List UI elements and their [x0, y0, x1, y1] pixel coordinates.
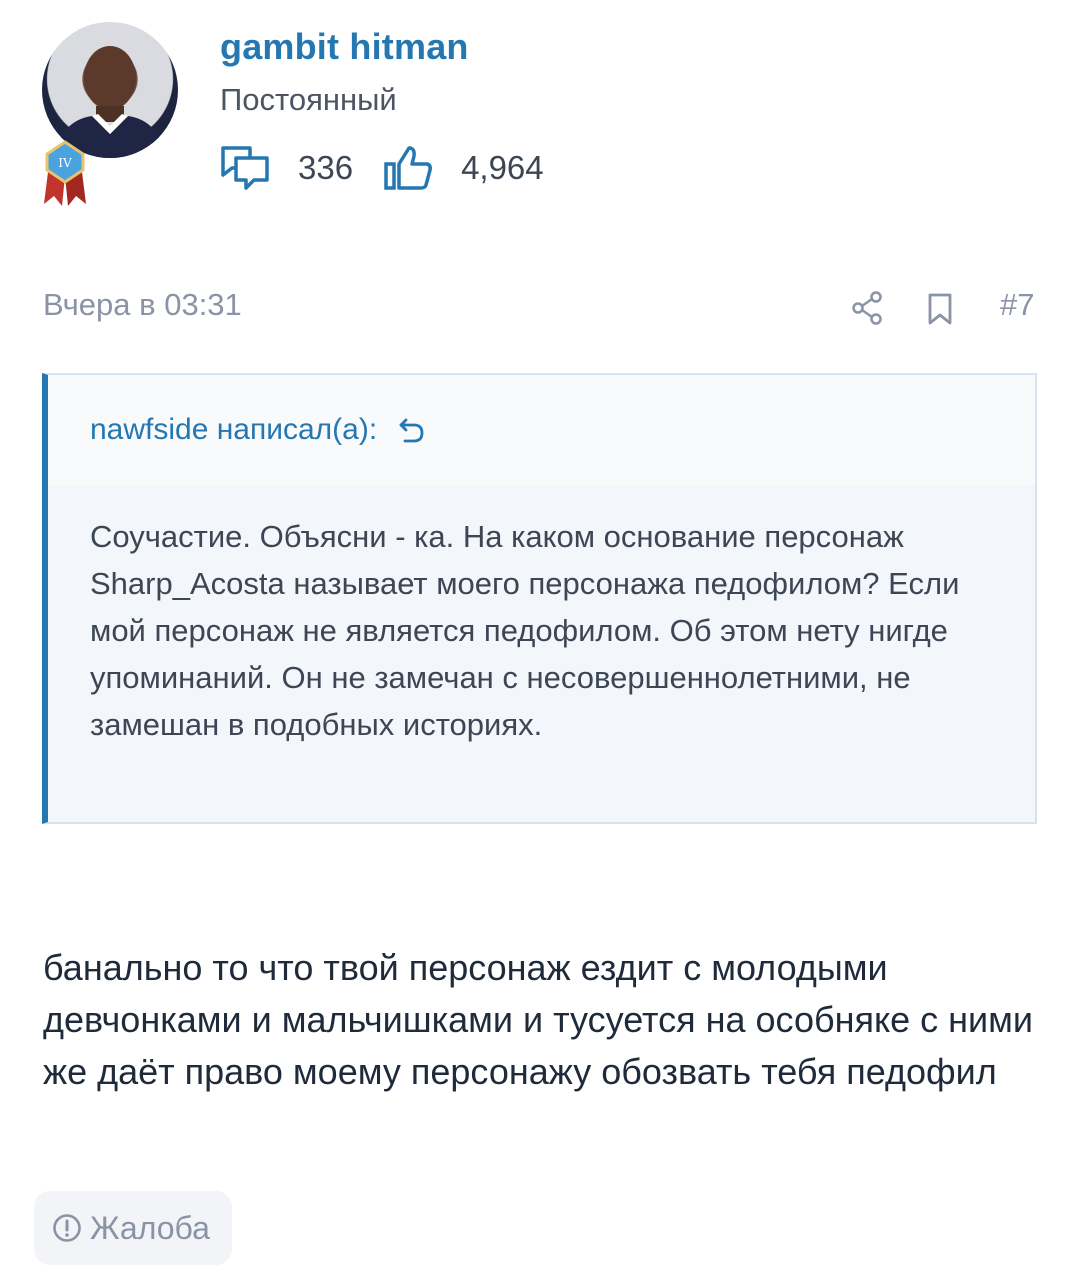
- rank-badge-icon: IV: [44, 140, 86, 206]
- user-title: Постоянный: [220, 82, 397, 117]
- quote-header: nawfside написал(а):: [48, 375, 1035, 485]
- thumbs-up-icon: [384, 146, 432, 190]
- user-stats: 336 4,964: [220, 140, 574, 196]
- badge-label: IV: [58, 156, 72, 170]
- reactions-count: 4,964: [461, 149, 544, 186]
- username-link[interactable]: gambit hitman: [220, 26, 469, 68]
- post-number-link[interactable]: #7: [1000, 287, 1034, 323]
- messages-count: 336: [298, 149, 354, 186]
- report-label: Жалоба: [90, 1209, 210, 1246]
- exclamation-circle-icon: [53, 1214, 81, 1242]
- arrow-up-back-icon[interactable]: [397, 415, 427, 445]
- speech-bubbles-icon: [221, 146, 269, 190]
- share-icon[interactable]: [850, 290, 884, 326]
- report-button[interactable]: Жалоба: [34, 1191, 232, 1265]
- quote-text: Соучастие. Объясни - ка. На каком основа…: [90, 519, 960, 742]
- post-message: банально то что твой персонаж ездит с мо…: [43, 947, 1033, 1092]
- quote-block: nawfside написал(а): Соучастие. Объясни …: [42, 373, 1037, 824]
- bookmark-icon[interactable]: [925, 292, 955, 326]
- post-date-link[interactable]: Вчера в 03:31: [43, 287, 242, 323]
- user-avatar[interactable]: IV: [40, 22, 180, 206]
- quote-author-link[interactable]: nawfside написал(а):: [90, 413, 377, 447]
